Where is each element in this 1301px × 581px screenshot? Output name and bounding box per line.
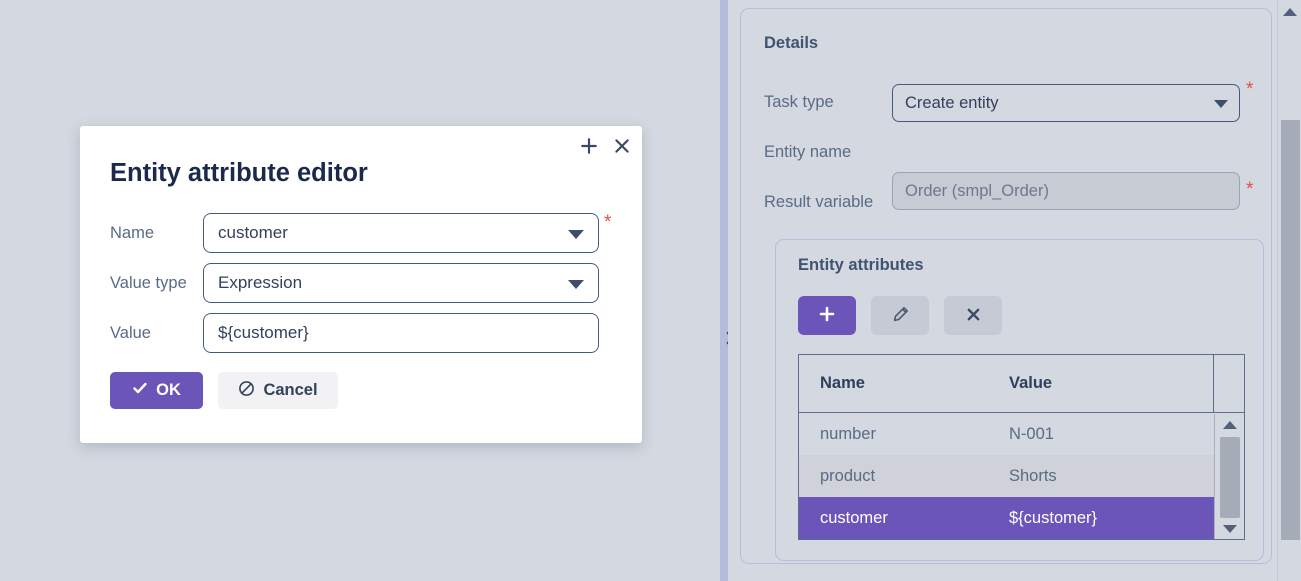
ban-icon [238,380,255,402]
dialog-add-button[interactable] [576,135,602,161]
entity-attributes-table: Name Value number N-001 product Shorts c… [798,354,1245,540]
pane-scroll-up-button[interactable] [1278,2,1301,22]
table-row[interactable]: product Shorts [799,455,1214,497]
plus-icon [580,137,598,160]
check-icon [132,380,148,401]
dialog-name-label: Name [110,224,155,242]
task-type-value: Create entity [905,93,999,112]
dialog-name-required-marker: * [604,212,612,233]
pencil-icon [892,306,909,326]
close-icon [613,137,631,160]
dialog-value-label: Value [110,324,151,342]
dialog-title: Entity attribute editor [110,159,368,187]
dialog-value-type-value: Expression [218,273,303,292]
entity-name-field: Order (smpl_Order) [892,172,1240,210]
triangle-up-icon [1283,8,1297,16]
triangle-down-icon [1223,524,1237,533]
dialog-value-type-label: Value type [110,274,187,292]
cancel-button-label: Cancel [263,381,318,399]
table-body: number N-001 product Shorts customer ${c… [799,413,1244,539]
table-scroll-down-button[interactable] [1215,518,1244,539]
result-variable-label: Result variable [764,193,874,211]
remove-attribute-button[interactable] [944,296,1002,335]
app-root: Details Task type Create entity * Entity… [0,0,1301,581]
triangle-up-icon [1223,420,1237,429]
cancel-button[interactable]: Cancel [218,372,338,409]
dialog-value-value: ${customer} [218,323,309,342]
task-type-label: Task type [764,93,834,111]
add-attribute-button[interactable] [798,296,856,335]
dialog-value-type-select[interactable]: Expression [203,263,599,303]
chevron-down-icon [1214,100,1228,108]
properties-pane: Details Task type Create entity * Entity… [728,0,1284,581]
cell-name: customer [820,508,888,527]
result-variable-required-marker: * [1246,179,1254,200]
details-title: Details [764,34,819,52]
task-type-required-marker: * [1246,79,1254,100]
details-card: Details Task type Create entity * Entity… [740,8,1272,564]
pane-splitter[interactable] [720,0,728,581]
header-divider [1213,355,1214,412]
entity-attributes-card: Entity attributes Name Value number N-00… [775,239,1264,561]
entity-name-label: Entity name [764,143,852,161]
column-header-value[interactable]: Value [1009,374,1052,393]
pane-scrollbar-thumb[interactable] [1281,120,1300,540]
table-header-row: Name Value [799,355,1244,413]
ok-button-label: OK [156,381,181,399]
task-type-select[interactable]: Create entity [892,84,1240,122]
table-scrollbar-thumb[interactable] [1220,437,1240,518]
chevron-down-icon [568,230,584,239]
table-scrollbar[interactable] [1214,414,1244,539]
edit-attribute-button[interactable] [871,296,929,335]
table-row[interactable]: number N-001 [799,413,1214,455]
cell-name: number [820,424,876,443]
cell-value: Shorts [1009,466,1057,485]
dialog-close-button[interactable] [609,135,635,161]
column-header-name[interactable]: Name [820,374,865,393]
dialog-name-select[interactable]: customer [203,213,599,253]
table-row-selected[interactable]: customer ${customer} [799,497,1214,539]
entity-attributes-title: Entity attributes [798,256,924,274]
table-scroll-up-button[interactable] [1215,414,1244,435]
plus-icon [819,306,835,325]
ok-button[interactable]: OK [110,372,203,409]
cell-name: product [820,466,876,485]
dialog-name-value: customer [218,223,288,242]
close-icon [966,307,981,325]
chevron-down-icon [568,280,584,289]
entity-name-value: Order (smpl_Order) [905,181,1049,200]
properties-scrollbar[interactable] [1277,0,1301,581]
dialog-value-input[interactable]: ${customer} [203,313,599,353]
cell-value: ${customer} [1009,508,1098,527]
cell-value: N-001 [1009,424,1054,443]
